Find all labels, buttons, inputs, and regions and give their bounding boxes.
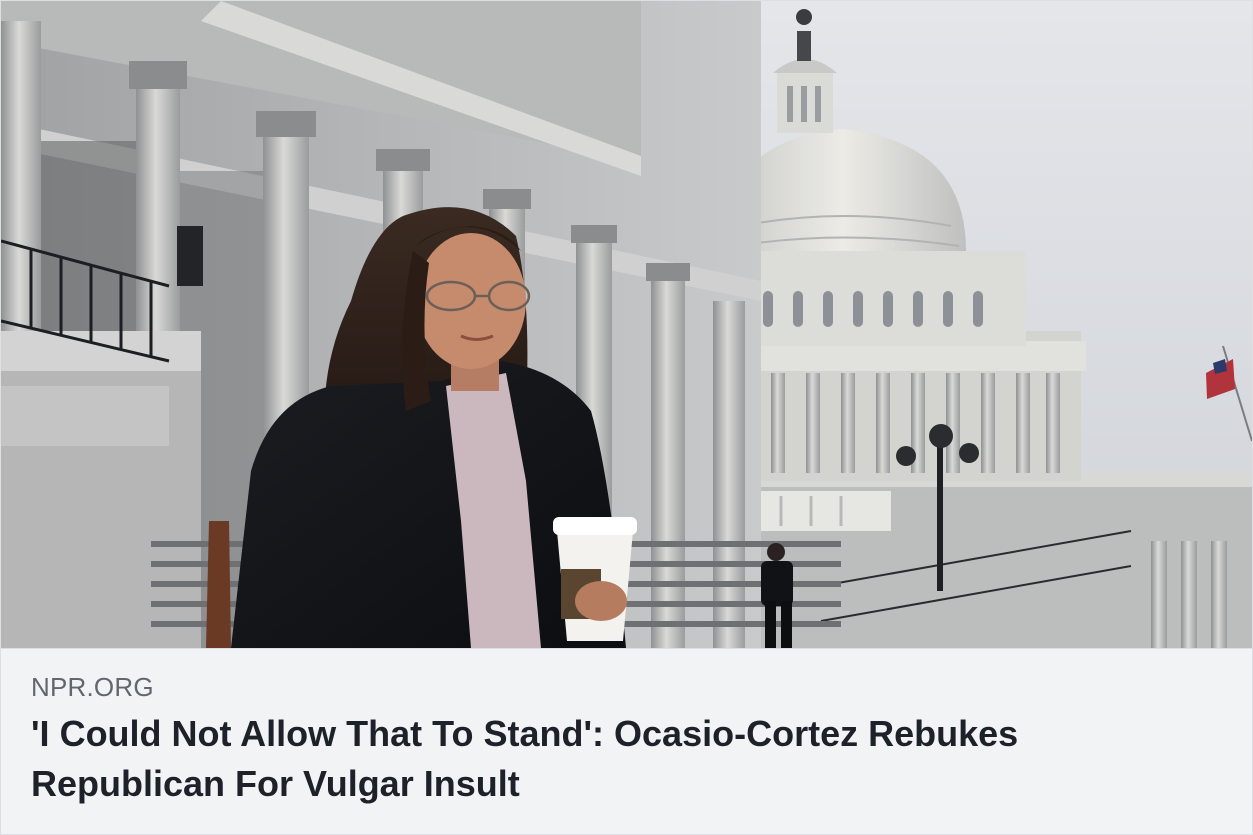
coffee-cup [553,517,637,641]
source-domain: NPR.ORG [31,672,154,702]
link-preview-meta[interactable]: NPR.ORG 'I Could Not Allow That To Stand… [1,648,1252,834]
article-hero-image[interactable] [1,1,1252,648]
capitol-photo [1,1,1252,648]
link-preview-card[interactable]: NPR.ORG 'I Could Not Allow That To Stand… [0,0,1253,835]
article-headline[interactable]: 'I Could Not Allow That To Stand': Ocasi… [31,709,1151,809]
